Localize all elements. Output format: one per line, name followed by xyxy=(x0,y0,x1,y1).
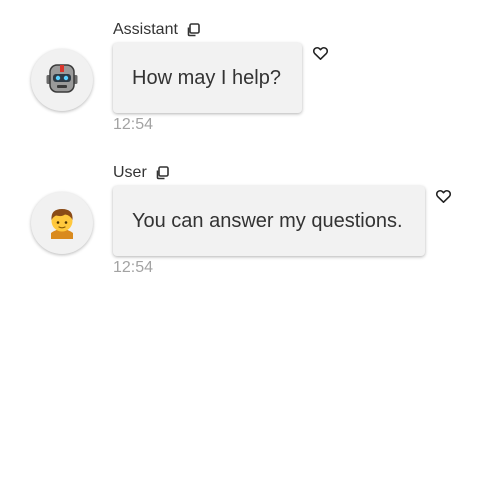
avatar xyxy=(31,192,93,254)
message-text: You can answer my questions. xyxy=(132,209,403,232)
chat-thread: Assistant How may I help? 12:54 User You… xyxy=(0,0,500,500)
avatar xyxy=(31,49,93,111)
copy-icon[interactable] xyxy=(185,22,201,38)
heart-icon[interactable] xyxy=(311,44,329,62)
author-name: User xyxy=(113,164,147,181)
message-bubble: How may I help? xyxy=(113,43,302,113)
copy-icon[interactable] xyxy=(154,165,170,181)
heart-icon[interactable] xyxy=(434,187,452,205)
message-header: Assistant xyxy=(113,20,201,40)
timestamp: 12:54 xyxy=(113,259,154,276)
robot-icon xyxy=(44,60,80,101)
message-text: How may I help? xyxy=(132,66,281,89)
message-bubble: You can answer my questions. xyxy=(113,186,425,256)
person-icon xyxy=(44,203,80,244)
message-header: User xyxy=(113,163,170,183)
timestamp: 12:54 xyxy=(113,116,154,133)
author-name: Assistant xyxy=(113,21,178,38)
